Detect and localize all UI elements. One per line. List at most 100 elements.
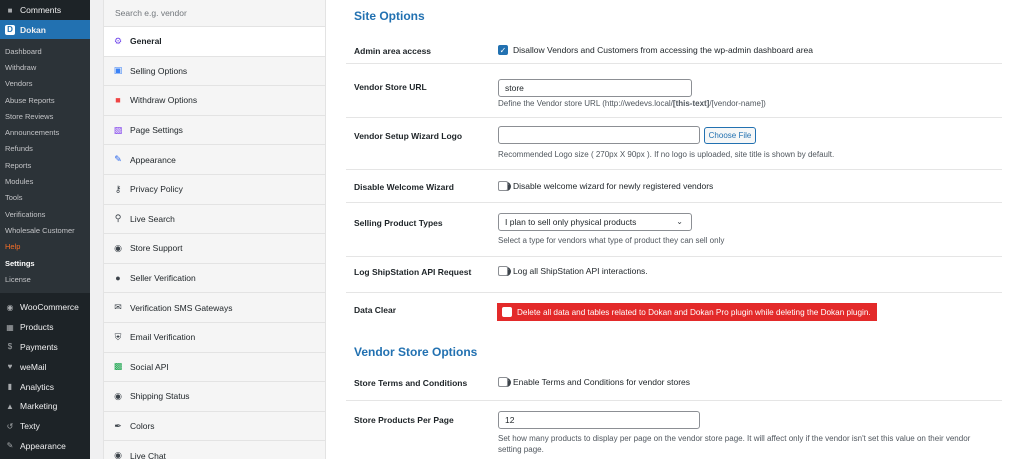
vendor-store-options-title: Vendor Store Options — [354, 345, 478, 359]
paintbrush-icon: ✎ — [6, 441, 14, 451]
tab-page-settings[interactable]: ▧ Page Settings — [104, 116, 325, 146]
row-disable-welcome-wizard: Disable Welcome Wizard ? Disable welcome… — [346, 170, 1002, 203]
menu-dokan[interactable]: D Dokan — [0, 20, 90, 39]
wp-admin-sidebar: ■ Comments D Dokan Dashboard Withdraw Ve… — [0, 0, 90, 459]
shield-icon: ⛨ — [114, 331, 122, 342]
box-icon: ▦ — [6, 322, 14, 332]
tab-appearance[interactable]: ✎ Appearance — [104, 145, 325, 175]
tab-email-verification[interactable]: ⛨ Email Verification — [104, 323, 325, 353]
megaphone-icon: ▲ — [6, 401, 14, 411]
per-page-input[interactable] — [498, 411, 700, 429]
pen-icon: ✒ — [114, 420, 122, 431]
comment-icon: ■ — [7, 5, 13, 15]
row-data-clear: Data Clear ? Delete all data and tables … — [346, 293, 1002, 327]
data-clear-checkbox[interactable] — [502, 307, 512, 317]
menu-woocommerce[interactable]: ◉ WooCommerce — [0, 297, 90, 317]
submenu-reports[interactable]: Reports — [0, 157, 90, 173]
wizard-logo-input[interactable] — [498, 126, 700, 144]
welcome-wizard-label: Disable Welcome Wizard — [354, 182, 454, 192]
store-url-input[interactable] — [498, 79, 692, 97]
page-icon: ▧ — [113, 124, 123, 135]
row-products-per-page: Store Products Per Page ? Set how many p… — [346, 401, 1002, 459]
admin-area-field: ✓ Disallow Vendors and Customers from ac… — [498, 45, 814, 55]
settings-search-input[interactable] — [115, 8, 305, 18]
menu-appearance[interactable]: ✎ Appearance — [0, 436, 90, 456]
settings-content: Site Options Admin area access ✓ Disallo… — [326, 0, 1024, 459]
chevron-down-icon: ⌄ — [676, 217, 683, 226]
menu-payments[interactable]: $ Payments — [0, 337, 90, 357]
withdraw-icon: ■ — [115, 95, 121, 106]
tab-live-search[interactable]: ⚲ Live Search — [104, 205, 325, 235]
brush-icon: ✎ — [114, 154, 122, 165]
admin-area-label: Admin area access — [354, 46, 432, 56]
submenu-help[interactable]: Help — [0, 239, 90, 255]
admin-area-checkbox[interactable]: ✓ — [498, 45, 508, 55]
submenu-store-reviews[interactable]: Store Reviews — [0, 108, 90, 124]
tab-store-support[interactable]: ◉ Store Support — [104, 234, 325, 264]
social-icon: ▩ — [113, 361, 123, 372]
support-icon: ◉ — [114, 242, 122, 253]
menu-marketing[interactable]: ▲ Marketing — [0, 396, 90, 416]
row-admin-area-access: Admin area access ✓ Disallow Vendors and… — [346, 36, 1002, 64]
menu-analytics[interactable]: ▮ Analytics — [0, 377, 90, 397]
cart-icon: ▣ — [113, 65, 123, 76]
submenu-dashboard[interactable]: Dashboard — [0, 43, 90, 59]
store-terms-label: Store Terms and Conditions — [354, 378, 468, 388]
submenu-announcements[interactable]: Announcements — [0, 124, 90, 140]
tab-seller-verification[interactable]: ● Seller Verification — [104, 264, 325, 294]
submenu-settings[interactable]: Settings — [0, 255, 90, 271]
submenu-vendors[interactable]: Vendors — [0, 76, 90, 92]
store-terms-field: Enable Terms and Conditions for vendor s… — [498, 377, 690, 387]
user-check-icon: ● — [115, 273, 121, 284]
shipstation-checkbox[interactable] — [498, 266, 508, 276]
tab-selling-options[interactable]: ▣ Selling Options — [104, 57, 325, 87]
tab-withdraw-options[interactable]: ■ Withdraw Options — [104, 86, 325, 116]
per-page-desc: Set how many products to display per pag… — [498, 434, 971, 454]
dokan-submenu: Dashboard Withdraw Vendors Abuse Reports… — [0, 39, 90, 294]
row-shipstation-log: Log ShipStation API Request ? Log all Sh… — [346, 257, 1002, 293]
store-url-label: Vendor Store URL — [354, 82, 427, 92]
product-types-desc: Select a type for vendors what type of p… — [498, 236, 725, 245]
tab-colors[interactable]: ✒ Colors — [104, 412, 325, 442]
gear-icon: ⚙ — [113, 35, 123, 46]
shipstation-label: Log ShipStation API Request — [354, 267, 472, 277]
choose-file-button[interactable]: Choose File — [704, 127, 756, 144]
submenu-license[interactable]: License — [0, 271, 90, 287]
envelope-icon: ✉ — [114, 302, 122, 313]
settings-nav: ⚙General ▣Selling Options ■Withdraw Opti… — [103, 0, 326, 459]
submenu-tools[interactable]: Tools — [0, 190, 90, 206]
submenu-refunds[interactable]: Refunds — [0, 141, 90, 157]
tab-social-api[interactable]: ▩ Social API — [104, 353, 325, 383]
bar-chart-icon: ▮ — [7, 382, 13, 392]
menu-wemail[interactable]: ♥ weMail — [0, 357, 90, 377]
settings-search — [104, 0, 325, 27]
wemail-icon: ♥ — [7, 362, 13, 372]
search-icon: ⚲ — [114, 213, 122, 224]
tab-general[interactable]: ⚙ General — [104, 27, 325, 57]
tab-privacy-policy[interactable]: ⚷ Privacy Policy — [104, 175, 325, 205]
row-wizard-logo: Vendor Setup Wizard Logo Choose File Rec… — [346, 118, 1002, 170]
site-options-title: Site Options — [354, 9, 425, 23]
menu-products[interactable]: ▦ Products — [0, 317, 90, 337]
row-store-terms: Store Terms and Conditions ? Enable Term… — [346, 367, 1002, 401]
welcome-wizard-field: Disable welcome wizard for newly registe… — [498, 181, 713, 191]
data-clear-field: Delete all data and tables related to Do… — [497, 303, 877, 321]
submenu-verifications[interactable]: Verifications — [0, 206, 90, 222]
product-types-label: Selling Product Types — [354, 218, 443, 228]
welcome-wizard-checkbox[interactable] — [498, 181, 508, 191]
tab-verification-sms-gateways[interactable]: ✉ Verification SMS Gateways — [104, 293, 325, 323]
data-clear-label: Data Clear — [354, 305, 397, 315]
per-page-label: Store Products Per Page — [354, 415, 454, 425]
dokan-icon: D — [5, 24, 15, 35]
submenu-abuse-reports[interactable]: Abuse Reports — [0, 92, 90, 108]
store-terms-checkbox[interactable] — [498, 377, 508, 387]
menu-texty[interactable]: ↺ Texty — [0, 416, 90, 436]
tab-live-chat[interactable]: ◉ Live Chat — [104, 441, 325, 459]
submenu-modules[interactable]: Modules — [0, 173, 90, 189]
submenu-withdraw[interactable]: Withdraw — [0, 59, 90, 75]
store-url-desc: Define the Vendor store URL (http://wede… — [498, 99, 766, 108]
product-types-select[interactable]: I plan to sell only physical products ⌄ — [498, 213, 692, 231]
submenu-wholesale-customer[interactable]: Wholesale Customer — [0, 222, 90, 238]
menu-comments[interactable]: ■ Comments — [0, 0, 90, 20]
tab-shipping-status[interactable]: ◉ Shipping Status — [104, 382, 325, 412]
